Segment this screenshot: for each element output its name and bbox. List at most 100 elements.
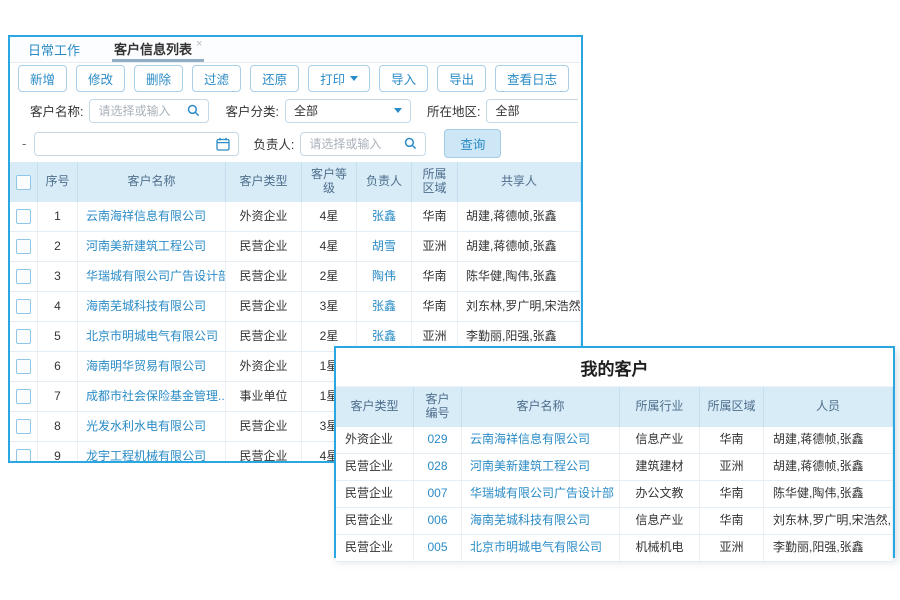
customer-name-link[interactable]: 北京市明城电气有限公司 <box>78 322 226 351</box>
row-checkbox-cell <box>10 442 38 463</box>
row-checkbox[interactable] <box>16 419 31 434</box>
tab-daily-work-label: 日常工作 <box>28 40 80 59</box>
customer-name-link[interactable]: 北京市明城电气有限公司 <box>462 535 620 561</box>
customer-name-link[interactable]: 华瑞城有限公司广告设计部 <box>462 481 620 507</box>
table-row[interactable]: 民营企业005北京市明城电气有限公司机械机电亚洲李勤丽,阳强,张鑫 <box>336 535 893 562</box>
customer-name-link[interactable]: 云南海祥信息有限公司 <box>78 202 226 231</box>
customer-name-input[interactable]: 请选择或输入 <box>89 99 209 123</box>
restore-button[interactable]: 还原 <box>250 65 299 92</box>
customer-type: 民营企业 <box>336 535 414 561</box>
row-checkbox[interactable] <box>16 299 31 314</box>
location-select[interactable]: 全部 <box>486 99 578 123</box>
row-checkbox-cell <box>10 262 38 291</box>
customer-name-link[interactable]: 云南海祥信息有限公司 <box>462 427 620 453</box>
location-label: 所在地区: <box>427 101 480 120</box>
table-row[interactable]: 民营企业007华瑞城有限公司广告设计部办公文教华南陈华健,陶伟,张鑫 <box>336 481 893 508</box>
caret-down-icon <box>394 108 402 113</box>
customer-code-link[interactable]: 028 <box>414 454 462 480</box>
owner-link[interactable]: 胡雪 <box>357 232 412 261</box>
customer-name-link[interactable]: 海南芜城科技有限公司 <box>462 508 620 534</box>
table-row[interactable]: 4海南芜城科技有限公司民营企业3星张鑫华南刘东林,罗广明,宋浩然,张鑫 <box>10 292 581 322</box>
owner-link[interactable]: 陶伟 <box>357 262 412 291</box>
customer-code-link[interactable]: 007 <box>414 481 462 507</box>
row-number: 9 <box>38 442 78 463</box>
customer-level: 2星 <box>302 262 357 291</box>
row-checkbox-cell <box>10 322 38 351</box>
customer-type: 民营企业 <box>226 412 302 441</box>
table-row[interactable]: 3华瑞城有限公司广告设计部民营企业2星陶伟华南陈华健,陶伟,张鑫 <box>10 262 581 292</box>
customer-code-link[interactable]: 006 <box>414 508 462 534</box>
industry: 建筑建材 <box>620 454 700 480</box>
customer-name-link[interactable]: 河南美新建筑工程公司 <box>78 232 226 261</box>
customer-type: 外资企业 <box>226 202 302 231</box>
search-icon[interactable] <box>404 137 417 150</box>
table-row[interactable]: 1云南海祥信息有限公司外资企业4星张鑫华南胡建,蒋德帧,张鑫 <box>10 202 581 232</box>
row-checkbox[interactable] <box>16 209 31 224</box>
tab-daily-work[interactable]: 日常工作 <box>26 37 82 62</box>
owner-link[interactable]: 张鑫 <box>357 202 412 231</box>
customer-type: 事业单位 <box>226 382 302 411</box>
edit-button[interactable]: 修改 <box>76 65 125 92</box>
customer-name-link[interactable]: 光发水利水电有限公司 <box>78 412 226 441</box>
search-icon[interactable] <box>187 104 200 117</box>
header-customer-name: 客户名称 <box>78 162 226 202</box>
row-checkbox[interactable] <box>16 239 31 254</box>
calendar-icon[interactable] <box>216 137 230 151</box>
export-button[interactable]: 导出 <box>437 65 486 92</box>
row-checkbox[interactable] <box>16 389 31 404</box>
owner-input[interactable]: 请选择或输入 <box>300 132 426 156</box>
header-customer-name: 客户名称 <box>462 387 620 427</box>
customer-name-link[interactable]: 河南美新建筑工程公司 <box>462 454 620 480</box>
import-button[interactable]: 导入 <box>379 65 428 92</box>
row-checkbox-cell <box>10 382 38 411</box>
customer-level: 4星 <box>302 232 357 261</box>
row-checkbox[interactable] <box>16 359 31 374</box>
header-customer-level: 客户等级 <box>302 162 357 202</box>
row-checkbox[interactable] <box>16 449 31 463</box>
owner-link[interactable]: 张鑫 <box>357 292 412 321</box>
select-all-checkbox-cell <box>10 162 38 202</box>
row-checkbox[interactable] <box>16 329 31 344</box>
customer-name-link[interactable]: 海南芜城科技有限公司 <box>78 292 226 321</box>
header-region: 所属区域 <box>700 387 764 427</box>
customer-type: 民营企业 <box>226 292 302 321</box>
select-all-checkbox[interactable] <box>16 175 31 190</box>
delete-button[interactable]: 删除 <box>134 65 183 92</box>
table-row[interactable]: 外资企业029云南海祥信息有限公司信息产业华南胡建,蒋德帧,张鑫 <box>336 427 893 454</box>
customer-name-link[interactable]: 成都市社会保险基金管理... <box>78 382 226 411</box>
row-checkbox[interactable] <box>16 269 31 284</box>
row-number: 7 <box>38 382 78 411</box>
row-number: 1 <box>38 202 78 231</box>
overlay-table-body: 外资企业029云南海祥信息有限公司信息产业华南胡建,蒋德帧,张鑫民营企业028河… <box>336 427 893 562</box>
close-tab-icon[interactable]: × <box>196 38 202 50</box>
my-customers-window: 我的客户 客户类型 客户编号 客户名称 所属行业 所属区域 人员 外资企业029… <box>334 346 895 558</box>
date-input[interactable] <box>34 132 239 156</box>
customer-name-link[interactable]: 海南明华贸易有限公司 <box>78 352 226 381</box>
view-log-button[interactable]: 查看日志 <box>495 65 569 92</box>
table-row[interactable]: 民营企业028河南美新建筑工程公司建筑建材亚洲胡建,蒋德帧,张鑫 <box>336 454 893 481</box>
customer-type: 民营企业 <box>226 232 302 261</box>
people: 胡建,蒋德帧,张鑫 <box>764 454 893 480</box>
row-checkbox-cell <box>10 412 38 441</box>
category-select[interactable]: 全部 <box>285 99 411 123</box>
tab-customer-list-label: 客户信息列表 <box>114 39 192 58</box>
customer-type: 民营企业 <box>336 454 414 480</box>
table-row[interactable]: 民营企业006海南芜城科技有限公司信息产业华南刘东林,罗广明,宋浩然,... <box>336 508 893 535</box>
customer-type: 外资企业 <box>336 427 414 453</box>
row-checkbox-cell <box>10 352 38 381</box>
tab-customer-list[interactable]: 客户信息列表 × <box>112 37 204 62</box>
customer-code-link[interactable]: 029 <box>414 427 462 453</box>
customer-type: 民营企业 <box>336 508 414 534</box>
region: 华南 <box>412 202 458 231</box>
date-range-separator: - <box>22 136 26 151</box>
customer-name-link[interactable]: 龙宇工程机械有限公司 <box>78 442 226 463</box>
customer-name-link[interactable]: 华瑞城有限公司广告设计部 <box>78 262 226 291</box>
filter-button[interactable]: 过滤 <box>192 65 241 92</box>
customer-code-link[interactable]: 005 <box>414 535 462 561</box>
people: 陈华健,陶伟,张鑫 <box>764 481 893 507</box>
add-button[interactable]: 新增 <box>18 65 67 92</box>
table-row[interactable]: 2河南美新建筑工程公司民营企业4星胡雪亚洲胡建,蒋德帧,张鑫 <box>10 232 581 262</box>
print-button[interactable]: 打印 <box>308 65 370 92</box>
query-button[interactable]: 查询 <box>444 129 501 158</box>
header-owner: 负责人 <box>357 162 412 202</box>
